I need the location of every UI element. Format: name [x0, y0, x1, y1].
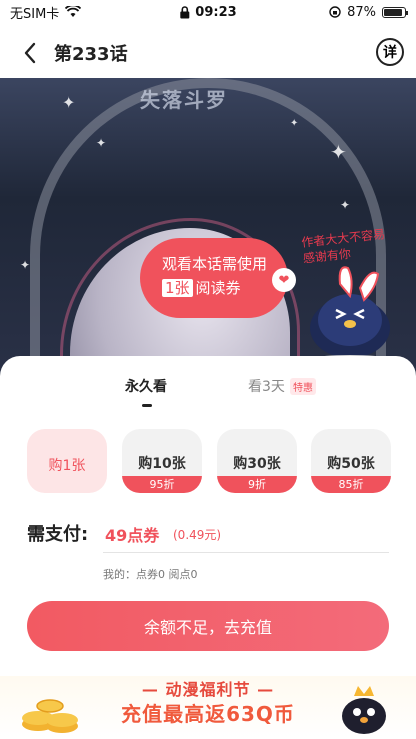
tab-permanent[interactable]: 永久看: [125, 376, 167, 396]
special-offer-badge: 特惠: [290, 378, 316, 395]
sparkle-icon: ✦: [330, 140, 347, 164]
chevron-left-icon: [24, 42, 36, 64]
status-time: 09:23: [195, 4, 237, 20]
option-label: 购1张: [48, 458, 86, 474]
option-label: 购10张: [138, 456, 186, 472]
divider: [103, 552, 389, 553]
bubble-line-1: 观看本话需使用: [162, 255, 268, 273]
option-label: 购50张: [327, 456, 375, 472]
bubble-line-2: 1张 阅读券: [162, 276, 288, 300]
comic-banner-text: 失落斗罗: [140, 88, 228, 112]
bubble-count: 1张: [162, 279, 193, 297]
option-buy-50[interactable]: 购50张 85折: [311, 429, 391, 493]
sparkle-icon: ✦: [290, 118, 299, 129]
pay-amount-yuan: (0.49元): [173, 528, 222, 542]
promo-banner[interactable]: — 动漫福利节 — 充值最高返63Q币: [0, 676, 416, 739]
sparkle-icon: ✦: [96, 136, 107, 150]
tab-three-days[interactable]: 看3天: [248, 376, 285, 396]
ticket-options: 购1张 购10张 95折 购30张 9折 购50张 85折: [27, 429, 392, 493]
bubble-suffix: 阅读券: [195, 279, 241, 297]
discount-badge: 9折: [217, 476, 297, 493]
ticket-bubble: 观看本话需使用 1张 阅读券: [140, 238, 288, 318]
mascot-bird-icon: [342, 686, 386, 734]
sparkle-icon: ✦: [340, 198, 351, 212]
page-title: 第233话: [54, 44, 128, 65]
detail-button[interactable]: 详: [376, 38, 404, 66]
pay-amount: 49点券: [105, 526, 160, 545]
heart-icon: ❤: [272, 268, 296, 292]
status-bar: 无SIM卡 09:23 87%: [0, 0, 416, 24]
discount-badge: 85折: [311, 476, 391, 493]
discount-badge: 95折: [122, 476, 202, 493]
mascot-bird-icon: [310, 266, 390, 361]
wifi-icon: [65, 6, 82, 17]
recharge-button[interactable]: 余额不足，去充值: [27, 601, 389, 651]
option-buy-10[interactable]: 购10张 95折: [122, 429, 202, 493]
sparkle-icon: ✦: [62, 93, 76, 112]
nav-bar: 第233话 详: [0, 28, 416, 78]
pay-label: 需支付:: [27, 524, 89, 545]
tab-underline: [142, 404, 152, 407]
sparkle-icon: ✦: [20, 258, 31, 272]
battery-icon: [382, 6, 408, 18]
back-button[interactable]: [8, 31, 52, 75]
carrier-label: 无SIM卡: [10, 6, 60, 22]
purchase-panel: 永久看 看3天 特惠 购1张 购10张 95折 购30张 9折 购50张 85折: [0, 356, 416, 739]
balance-text: 我的：点券0 阅点0: [103, 568, 198, 581]
option-buy-30[interactable]: 购30张 9折: [217, 429, 297, 493]
lock-icon: [180, 5, 190, 18]
option-label: 购30张: [233, 456, 281, 472]
rotation-lock-icon: [329, 6, 341, 18]
purchase-tabs: 永久看 看3天 特惠: [0, 376, 416, 416]
comic-reader-screen: 无SIM卡 09:23 87% 第233话 详 失落斗罗 ✦ ✦ ✦ ✦ ✦ ✦…: [0, 0, 416, 739]
battery-percent: 87%: [347, 4, 376, 20]
option-buy-1[interactable]: 购1张: [27, 429, 107, 493]
